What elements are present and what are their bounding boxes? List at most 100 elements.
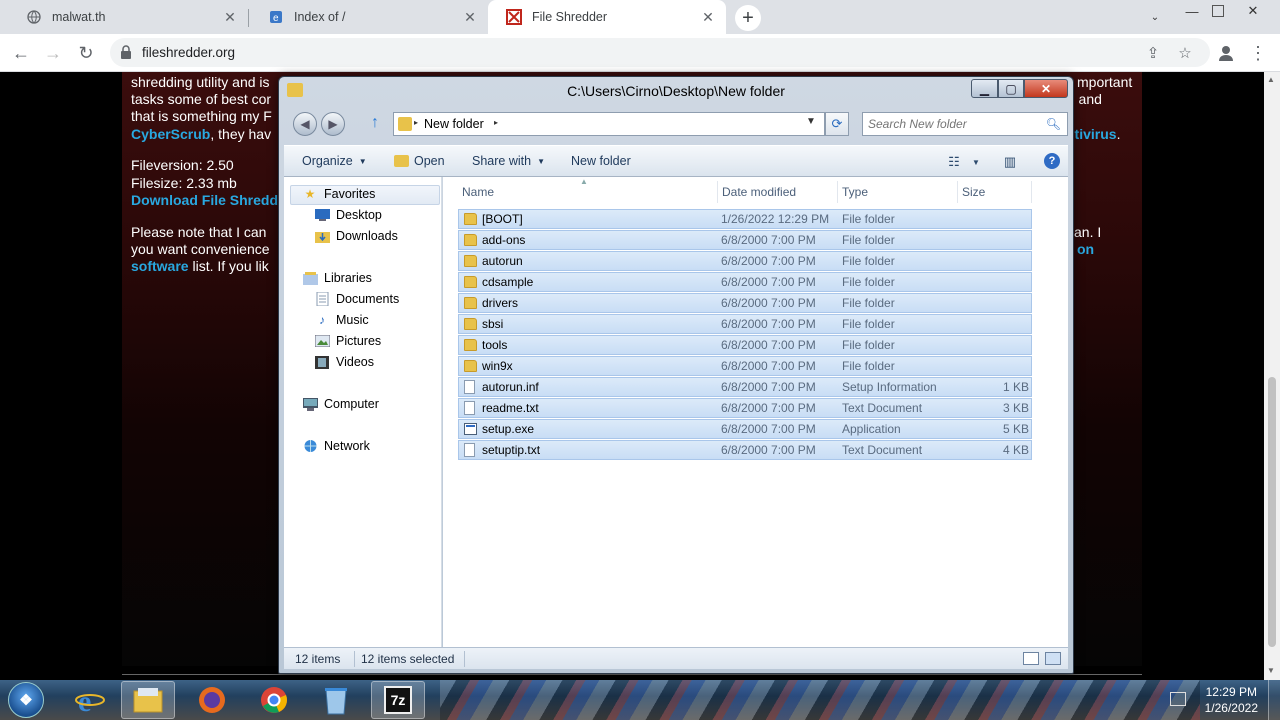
cyberscrub-link[interactable]: CyberScrub	[131, 126, 210, 142]
address-bar[interactable]: fileshredder.org ⇪ ☆	[110, 38, 1210, 67]
file-name: sbsi	[482, 317, 504, 331]
profile-icon[interactable]	[1212, 39, 1240, 67]
close-tab-icon[interactable]: ✕	[222, 9, 238, 25]
back-arrow-icon[interactable]: ◀	[293, 112, 317, 136]
show-desktop-button[interactable]	[1268, 680, 1280, 720]
forward-arrow-icon[interactable]: →	[39, 39, 67, 67]
search-box[interactable]: 🔍︎	[862, 112, 1068, 136]
nav-documents[interactable]: Documents	[314, 292, 399, 306]
file-row[interactable]: cdsample 6/8/2000 7:00 PM File folder	[458, 272, 1032, 292]
firefox-icon[interactable]	[185, 681, 239, 719]
close-button[interactable]: ✕	[1024, 79, 1068, 98]
file-row[interactable]: autorun 6/8/2000 7:00 PM File folder	[458, 251, 1032, 271]
body-text-line: Please note that I can	[131, 224, 267, 240]
nav-downloads[interactable]: Downloads	[314, 229, 398, 243]
share-with-button[interactable]: Share with ▼	[472, 154, 545, 168]
application-icon	[464, 423, 477, 435]
close-window-button[interactable]: ✕	[1238, 0, 1268, 22]
start-button[interactable]: ❖	[8, 682, 44, 718]
nav-label: Desktop	[336, 208, 382, 222]
chevron-down-icon[interactable]: ▼	[806, 116, 816, 127]
chevron-right-icon[interactable]: ▸	[494, 118, 498, 127]
nav-network[interactable]: Network	[302, 439, 370, 453]
scrollbar-thumb[interactable]	[1268, 377, 1276, 647]
preview-pane-icon[interactable]: ▥	[1000, 152, 1020, 172]
url-text: fileshredder.org	[142, 45, 236, 60]
file-row[interactable]: setup.exe 6/8/2000 7:00 PM Application 5 KB	[458, 419, 1032, 439]
folder-icon	[398, 117, 412, 131]
search-input[interactable]	[868, 116, 1038, 132]
file-name: drivers	[482, 296, 519, 310]
tab-search-chevron-icon[interactable]: ⌄	[1140, 6, 1170, 28]
file-row[interactable]: add-ons 6/8/2000 7:00 PM File folder	[458, 230, 1032, 250]
view-options-icon[interactable]: ☷	[944, 152, 964, 172]
scroll-up-arrow-icon[interactable]: ▲	[1267, 75, 1275, 84]
large-icons-view-icon[interactable]	[1045, 652, 1061, 665]
forward-arrow-icon[interactable]: ▶	[321, 112, 345, 136]
minimize-button[interactable]: ▁	[971, 79, 998, 98]
bookmark-star-icon[interactable]: ☆	[1174, 42, 1196, 64]
nav-pictures[interactable]: Pictures	[314, 334, 381, 348]
column-header-date[interactable]: Date modified	[718, 181, 838, 203]
lock-icon[interactable]	[120, 45, 132, 59]
new-folder-button[interactable]: New folder	[571, 154, 631, 168]
back-arrow-icon[interactable]: ←	[7, 39, 35, 67]
nav-label: Videos	[336, 355, 374, 369]
tab-file-shredder[interactable]: File Shredder ✕	[488, 0, 726, 34]
column-header-size[interactable]: Size	[958, 181, 1032, 203]
open-label: Open	[414, 154, 445, 168]
nav-computer[interactable]: Computer	[302, 397, 379, 411]
new-tab-button[interactable]: +	[735, 5, 761, 31]
menu-kebab-icon[interactable]: ⋮	[1244, 39, 1272, 67]
software-link[interactable]: software	[131, 258, 189, 274]
scroll-down-arrow-icon[interactable]: ▼	[1267, 666, 1275, 675]
share-icon[interactable]: ⇪	[1142, 42, 1164, 64]
recycle-bin-icon[interactable]	[309, 681, 363, 719]
file-row[interactable]: tools 6/8/2000 7:00 PM File folder	[458, 335, 1032, 355]
chrome-icon[interactable]	[247, 681, 301, 719]
breadcrumb[interactable]: New folder	[424, 117, 484, 131]
seven-zip-icon[interactable]: 7z	[371, 681, 425, 719]
help-icon[interactable]: ?	[1044, 153, 1060, 169]
nav-libraries[interactable]: Libraries	[302, 271, 372, 285]
close-tab-icon[interactable]: ✕	[700, 9, 716, 25]
restore-button[interactable]	[1203, 0, 1233, 22]
nav-desktop[interactable]: Desktop	[314, 208, 382, 222]
details-view-icon[interactable]	[1023, 652, 1039, 665]
column-header-name[interactable]: Name	[458, 181, 718, 203]
chevron-down-icon[interactable]: ▼	[966, 152, 986, 172]
clock[interactable]: 12:29 PM 1/26/2022	[1205, 684, 1258, 716]
file-row[interactable]: autorun.inf 6/8/2000 7:00 PM Setup Informa…	[458, 377, 1032, 397]
file-row[interactable]: win9x 6/8/2000 7:00 PM File folder	[458, 356, 1032, 376]
page-scrollbar[interactable]: ▲ ▼	[1264, 72, 1280, 680]
body-link-fragment[interactable]: on	[1077, 241, 1094, 257]
browser-tabstrip: malwat.th ✕ e Index of / ✕ File Shredder…	[0, 0, 1280, 34]
file-type: File folder	[842, 254, 895, 268]
file-row[interactable]: drivers 6/8/2000 7:00 PM File folder	[458, 293, 1032, 313]
file-row[interactable]: readme.txt 6/8/2000 7:00 PM Text Document 3…	[458, 398, 1032, 418]
open-button[interactable]: Open	[394, 154, 445, 168]
reload-icon[interactable]: ↻	[72, 39, 100, 67]
file-row[interactable]: setuptip.txt 6/8/2000 7:00 PM Text Documen…	[458, 440, 1032, 460]
network-tray-icon[interactable]	[1170, 692, 1186, 706]
close-tab-icon[interactable]: ✕	[462, 9, 478, 25]
refresh-icon[interactable]: ⟳	[825, 112, 849, 136]
windows-explorer-icon[interactable]	[121, 681, 175, 719]
explorer-address-bar[interactable]: ▸ New folder ▸ ▼	[393, 112, 825, 136]
search-icon[interactable]: 🔍︎	[1046, 117, 1061, 131]
nav-favorites[interactable]: ★ Favorites	[302, 187, 376, 201]
maximize-button[interactable]: ▢	[998, 79, 1024, 98]
nav-music[interactable]: ♪ Music	[314, 313, 369, 327]
column-header-type[interactable]: Type	[838, 181, 958, 203]
up-arrow-icon[interactable]: ↑	[371, 114, 379, 132]
download-link[interactable]: Download File Shredd	[131, 192, 278, 208]
nav-videos[interactable]: Videos	[314, 355, 374, 369]
tab-index-of[interactable]: e Index of / ✕	[250, 0, 488, 34]
file-row[interactable]: sbsi 6/8/2000 7:00 PM File folder	[458, 314, 1032, 334]
chevron-right-icon[interactable]: ▸	[414, 118, 418, 127]
tab-malwat[interactable]: malwat.th ✕	[8, 0, 248, 34]
internet-explorer-icon[interactable]: e	[63, 681, 117, 719]
organize-button[interactable]: Organize ▼	[302, 154, 367, 168]
body-text-fragment: ) and	[1070, 91, 1102, 107]
file-row[interactable]: [BOOT] 1/26/2022 12:29 PM File folder	[458, 209, 1032, 229]
